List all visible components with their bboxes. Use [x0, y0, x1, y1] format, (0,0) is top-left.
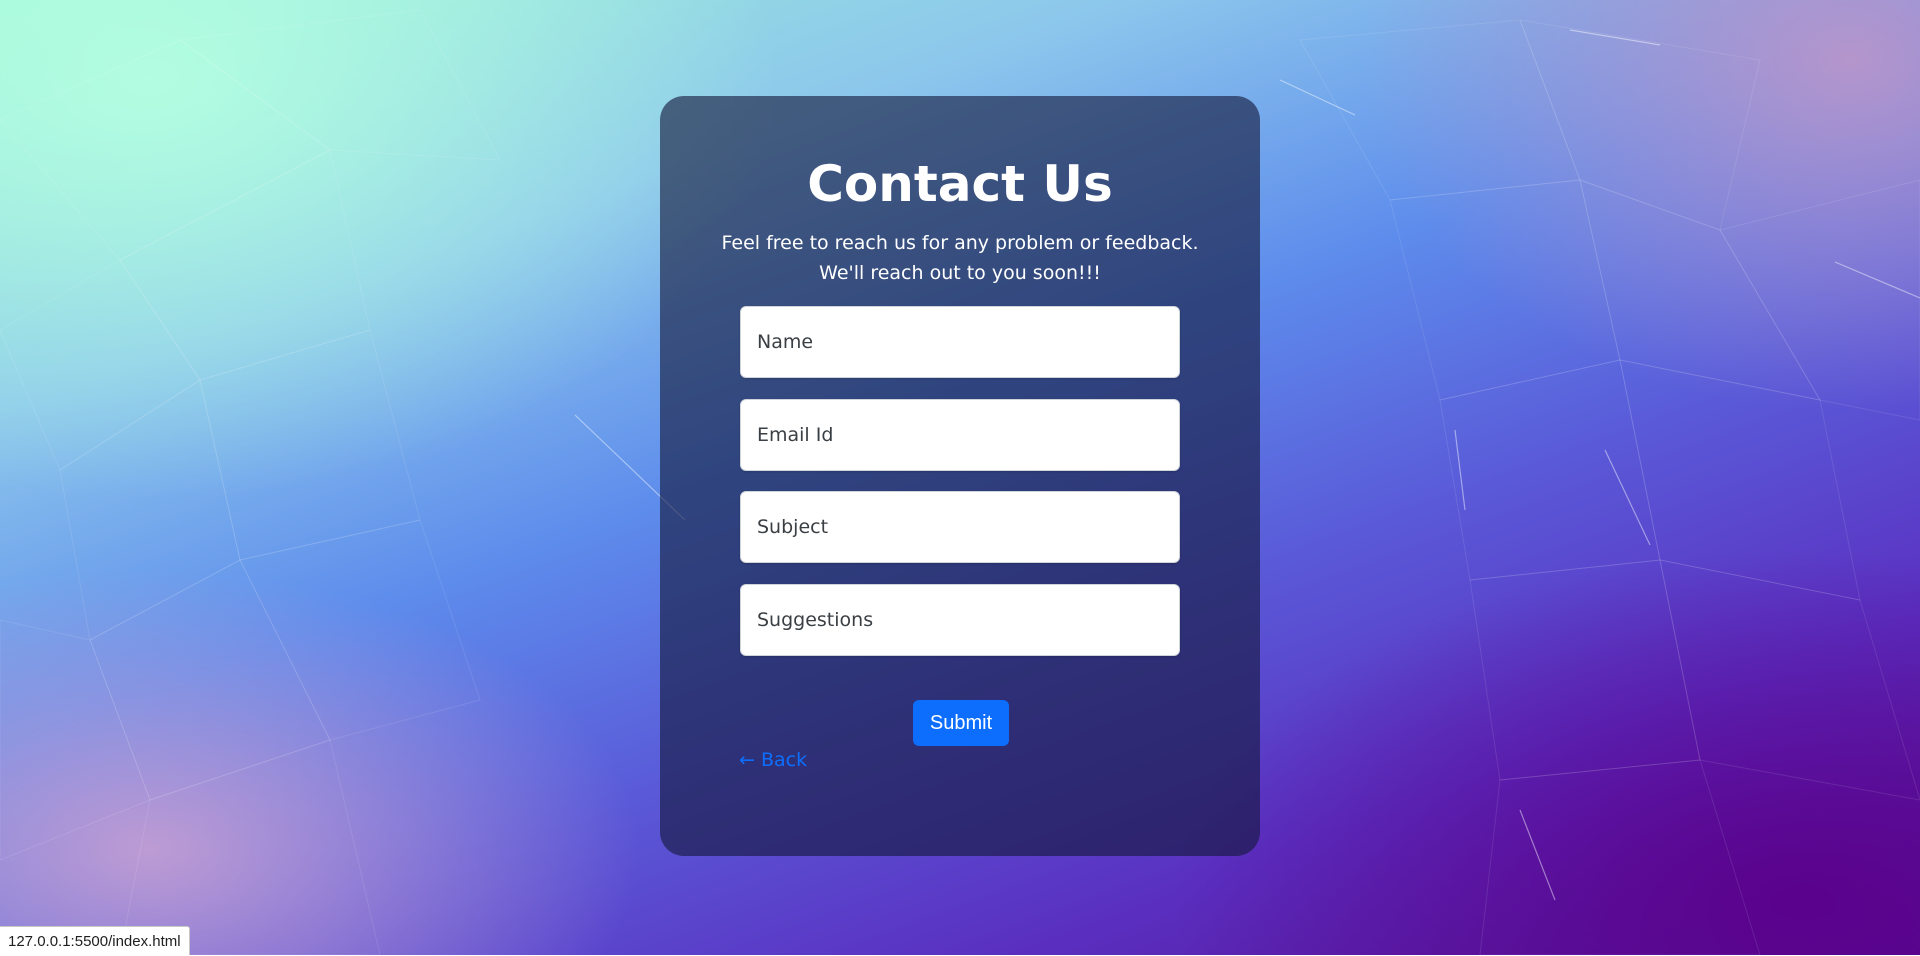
email-input[interactable]	[740, 399, 1180, 471]
name-input[interactable]	[740, 306, 1180, 378]
back-link[interactable]: ← Back	[739, 750, 807, 770]
status-bar-url: 127.0.0.1:5500/index.html	[0, 926, 190, 955]
suggestions-input[interactable]	[740, 584, 1180, 656]
page-title: Contact Us	[660, 154, 1260, 214]
submit-button[interactable]: Submit	[913, 700, 1009, 746]
page-subtitle: Feel free to reach us for any problem or…	[660, 228, 1260, 288]
subject-input[interactable]	[740, 491, 1180, 563]
subtitle-line-1: Feel free to reach us for any problem or…	[660, 228, 1260, 258]
subtitle-line-2: We'll reach out to you soon!!!	[660, 258, 1260, 288]
contact-card: Contact Us Feel free to reach us for any…	[660, 96, 1260, 856]
